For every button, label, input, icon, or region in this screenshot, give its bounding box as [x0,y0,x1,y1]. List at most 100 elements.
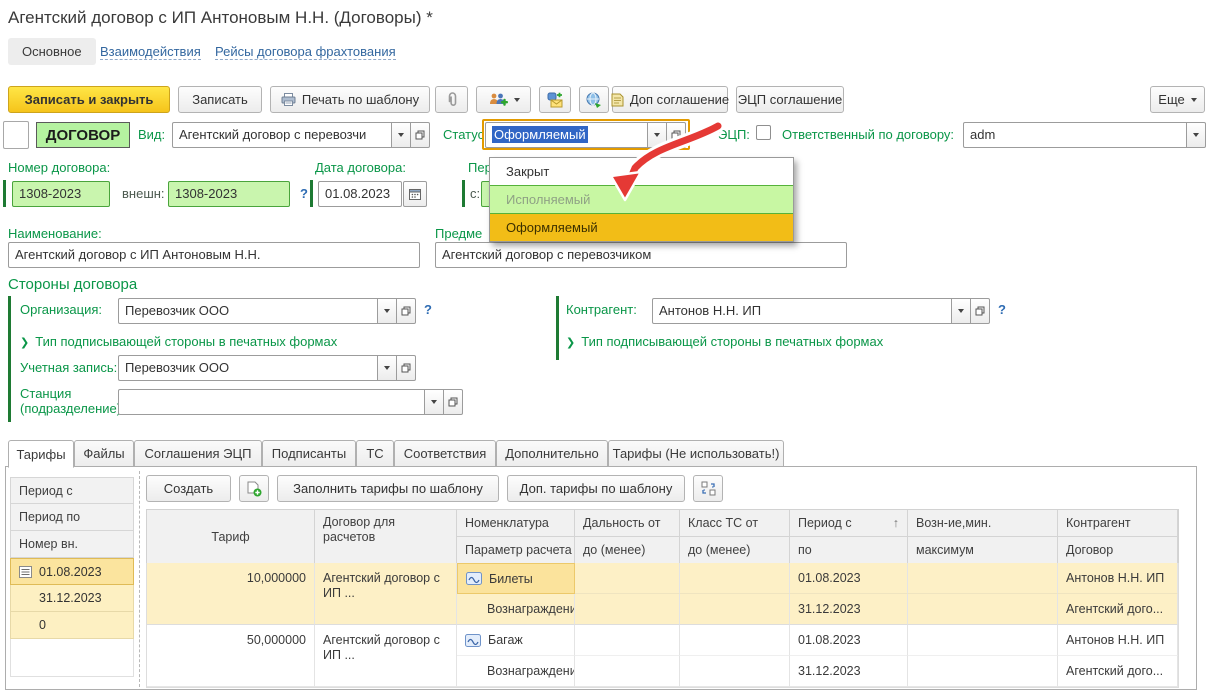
tab-tariffs[interactable]: Тарифы [8,440,74,468]
name-field[interactable]: Агентский договор с ИП Антоновым Н.Н. [8,242,420,268]
col-nomenclature[interactable]: Номенклатура [457,510,575,537]
dop-agreement-button[interactable]: Доп соглашение [612,86,728,113]
station-dropdown-button[interactable] [425,389,444,415]
tariff-row-calc-contract[interactable]: Агентский договор с ИП ... [315,625,457,687]
tariff-row-nomenclature[interactable]: Билеты [457,563,575,594]
save-and-close-button[interactable]: Записать и закрыть [8,86,170,113]
organization-dropdown-button[interactable] [378,298,397,324]
tariff-row-contract[interactable]: Агентский дого... [1058,594,1178,625]
contractor-open-button[interactable] [971,298,990,324]
period-row-from[interactable]: 01.08.2023 [10,558,134,585]
nav-tab-main[interactable]: Основное [8,38,96,65]
periods-header-from[interactable]: Период с [10,477,134,504]
tab-tariffs-deprecated[interactable]: Тарифы (Не использовать!) [608,440,784,467]
fill-tariffs-by-template-button[interactable]: Заполнить тарифы по шаблону [277,475,499,502]
col-contractor[interactable]: Контрагент [1058,510,1178,537]
status-combo[interactable]: Оформляемый [485,122,686,148]
period-row-num[interactable]: 0 [10,612,134,639]
kind-combo[interactable]: Агентский договор с перевозчи [172,122,430,148]
status-option-closed[interactable]: Закрыт [490,158,793,185]
col-distance-from[interactable]: Дальность от [575,510,680,537]
account-dropdown-button[interactable] [378,355,397,381]
send-to-db-button[interactable] [539,86,571,113]
kind-open-button[interactable] [411,122,430,148]
tariff-row-period-to[interactable]: 31.12.2023 [790,656,908,687]
contract-number-field[interactable]: 1308-2023 [12,181,110,207]
kind-dropdown-button[interactable] [392,122,411,148]
organization-help[interactable]: ? [424,302,432,317]
external-number-field[interactable]: 1308-2023 [168,181,290,207]
status-dropdown-button[interactable] [648,122,667,148]
col-class-to[interactable]: до (менее) [680,537,790,564]
date-calendar-button[interactable] [403,181,427,207]
contractor-dropdown-button[interactable] [952,298,971,324]
tariff-row-period-to[interactable]: 31.12.2023 [790,594,908,625]
station-open-button[interactable] [444,389,463,415]
tariff-row-calc-contract[interactable]: Агентский договор с ИП ... [315,563,457,625]
tab-signers[interactable]: Подписанты [262,440,356,467]
tariff-row-fee-max[interactable] [908,656,1058,687]
col-contract[interactable]: Договор [1058,537,1178,564]
panel-splitter[interactable] [139,471,140,687]
contractor-combo[interactable]: Антонов Н.Н. ИП [652,298,990,324]
col-fee-min[interactable]: Возн-ие,мин. [908,510,1058,537]
contractor-signer-type-link[interactable]: ❯Тип подписывающей стороны в печатных фо… [566,334,883,349]
more-button[interactable]: Еще [1150,86,1205,113]
tab-additional[interactable]: Дополнительно [496,440,608,467]
tariff-row-contractor[interactable]: Антонов Н.Н. ИП [1058,625,1178,656]
tab-files[interactable]: Файлы [74,440,134,467]
status-option-drafting[interactable]: Оформляемый [490,214,793,241]
dop-tariffs-by-template-button[interactable]: Доп. тарифы по шаблону [507,475,685,502]
tariff-row-distance-from[interactable] [575,625,680,656]
attach-file-button[interactable] [435,86,468,113]
contractor-help[interactable]: ? [998,302,1006,317]
organization-combo[interactable]: Перевозчик ООО [118,298,416,324]
ecp-checkbox[interactable] [756,125,771,140]
tariff-row-period-from[interactable]: 01.08.2023 [790,625,908,656]
tab-vehicles[interactable]: ТС [356,440,394,467]
save-button[interactable]: Записать [178,86,262,113]
col-calc-contract[interactable]: Договор для расчетов [315,510,457,564]
contract-date-field[interactable]: 01.08.2023 [318,181,402,207]
station-combo[interactable] [118,389,463,415]
col-distance-to[interactable]: до (менее) [575,537,680,564]
periods-header-num[interactable]: Номер вн. [10,531,134,558]
copy-settings-button[interactable] [693,475,723,502]
tariff-row-period-from[interactable]: 01.08.2023 [790,563,908,594]
nav-tab-charter-trips[interactable]: Рейсы договора фрахтования [215,44,396,60]
ecp-agreement-button[interactable]: ЭЦП соглашение [736,86,844,113]
tariff-row-nomenclature[interactable]: Багаж [457,625,575,656]
subject-field[interactable]: Агентский договор с перевозчиком [435,242,847,268]
organization-open-button[interactable] [397,298,416,324]
nav-tab-interactions[interactable]: Взаимодействия [100,44,201,60]
tariff-row-distance-from[interactable] [575,563,680,594]
tab-correspondences[interactable]: Соответствия [394,440,496,467]
create-doc-button[interactable] [239,475,269,502]
tariff-row-tariff[interactable]: 50,000000 [147,625,315,687]
tariff-row-param[interactable]: Вознаграждение за ... [457,594,575,625]
tariff-row-fee-max[interactable] [908,594,1058,625]
col-param[interactable]: Параметр расчета [457,537,575,564]
col-tariff[interactable]: Тариф [147,510,315,564]
tariff-row-class-to[interactable] [680,594,790,625]
tariff-row-distance-to[interactable] [575,656,680,687]
tariff-row-class-to[interactable] [680,656,790,687]
sync-button[interactable] [579,86,609,113]
number-help[interactable]: ? [300,186,308,201]
periods-header-to[interactable]: Период по [10,504,134,531]
col-period-to[interactable]: по [790,537,908,564]
responsible-dropdown-button[interactable] [1187,122,1206,148]
org-signer-type-link[interactable]: ❯Тип подписывающей стороны в печатных фо… [20,334,337,349]
tariff-row-class-from[interactable] [680,625,790,656]
col-fee-max[interactable]: максимум [908,537,1058,564]
account-open-button[interactable] [397,355,416,381]
tariff-row-fee-min[interactable] [908,563,1058,594]
account-combo[interactable]: Перевозчик ООО [118,355,416,381]
status-open-button[interactable] [667,122,686,148]
tariff-row-contractor[interactable]: Антонов Н.Н. ИП [1058,563,1178,594]
tariff-row-tariff[interactable]: 10,000000 [147,563,315,625]
responsible-combo[interactable]: adm [963,122,1206,148]
tab-ecp-agreements[interactable]: Соглашения ЭЦП [134,440,262,467]
period-row-to[interactable]: 31.12.2023 [10,585,134,612]
tariff-row-class-from[interactable] [680,563,790,594]
